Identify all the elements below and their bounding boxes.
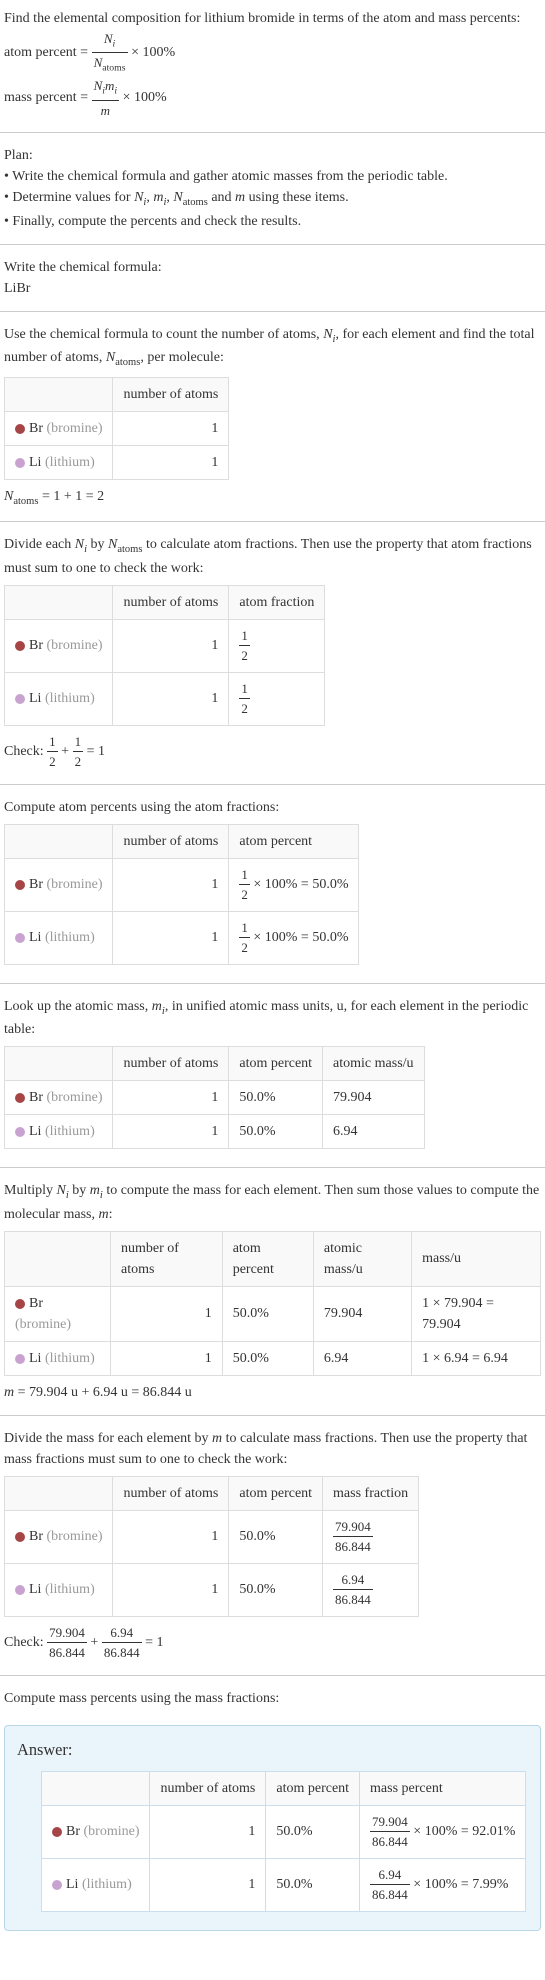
atomicmass-table: number of atomsatom percentatomic mass/u…	[4, 1046, 425, 1149]
plan: Plan: • Write the chemical formula and g…	[0, 137, 545, 240]
col-number-of-atoms: number of atoms	[113, 585, 229, 619]
table-row: Br (bromine) 1 12 × 100% = 50.0%	[5, 858, 359, 911]
plan-bullet-2: • Determine values for Ni, mi, Natoms an…	[4, 187, 541, 211]
table-row: Br (bromine) 1 50.0% 79.90486.844	[5, 1510, 419, 1563]
divider	[0, 1675, 545, 1676]
formula-heading: Write the chemical formula:	[4, 257, 541, 278]
mass-percents: Compute mass percents using the mass fra…	[0, 1680, 545, 1717]
lithium-dot-icon	[15, 933, 25, 943]
divider	[0, 1167, 545, 1168]
col-number-of-atoms: number of atoms	[113, 377, 229, 411]
molmass-text: Multiply Ni by mi to compute the mass fo…	[4, 1180, 541, 1225]
table-row: Br (bromine) 1 50.0% 79.904	[5, 1081, 425, 1115]
col-atomic-mass: atomic mass/u	[323, 1047, 425, 1081]
atom-percents: Compute atom percents using the atom fra…	[0, 789, 545, 979]
table-row: Br (bromine) 1 50.0% 79.90486.844 × 100%…	[42, 1805, 526, 1858]
lithium-dot-icon	[15, 458, 25, 468]
lithium-dot-icon	[15, 1354, 25, 1364]
col-mass-percent: mass percent	[360, 1771, 526, 1805]
atomic-mass: Look up the atomic mass, mi, in unified …	[0, 988, 545, 1164]
lithium-dot-icon	[52, 1880, 62, 1890]
bromine-dot-icon	[15, 641, 25, 651]
table-row: Br (bromine) 1	[5, 411, 229, 445]
answer-table: number of atomsatom percentmass percent …	[41, 1771, 526, 1912]
intro: Find the elemental composition for lithi…	[0, 0, 545, 128]
divider	[0, 1415, 545, 1416]
divider	[0, 784, 545, 785]
atom-fractions: Divide each Ni by Natoms to calculate at…	[0, 526, 545, 780]
lithium-dot-icon	[15, 1127, 25, 1137]
atomfrac-table: number of atomsatom fraction Br (bromine…	[4, 585, 325, 726]
bromine-dot-icon	[15, 424, 25, 434]
table-row: Br (bromine) 1 12	[5, 619, 325, 672]
col-number-of-atoms: number of atoms	[113, 1476, 229, 1510]
count-atoms: Use the chemical formula to count the nu…	[0, 316, 545, 518]
molmass-equation: m = 79.904 u + 6.94 u = 86.844 u	[4, 1382, 541, 1403]
atom-percent-formula: atom percent = Ni Natoms × 100%	[4, 29, 541, 76]
massfrac-text: Divide the mass for each element by m to…	[4, 1428, 541, 1470]
table-row: Li (lithium) 1	[5, 445, 229, 479]
col-atom-percent: atom percent	[229, 824, 359, 858]
col-atom-percent: atom percent	[229, 1047, 323, 1081]
table-row: Li (lithium) 1 12 × 100% = 50.0%	[5, 911, 359, 964]
mass-percent-fraction: Nimi m	[92, 76, 120, 120]
bromine-dot-icon	[15, 880, 25, 890]
col-mass: mass/u	[412, 1231, 541, 1286]
col-atom-percent: atom percent	[266, 1771, 360, 1805]
bromine-dot-icon	[15, 1299, 25, 1309]
divider	[0, 132, 545, 133]
bromine-dot-icon	[15, 1532, 25, 1542]
plan-bullet-3: • Finally, compute the percents and chec…	[4, 211, 541, 232]
col-number-of-atoms: number of atoms	[113, 824, 229, 858]
col-number-of-atoms: number of atoms	[110, 1231, 222, 1286]
table-row: Li (lithium) 1 12	[5, 672, 325, 725]
col-atom-fraction: atom fraction	[229, 585, 325, 619]
massfrac-table: number of atomsatom percentmass fraction…	[4, 1476, 419, 1617]
formula-value: LiBr	[4, 278, 541, 299]
divider	[0, 311, 545, 312]
molmass-table: number of atomsatom percentatomic mass/u…	[4, 1231, 541, 1376]
bromine-dot-icon	[15, 1093, 25, 1103]
table-row: Br (bromine) 1 50.0% 79.904 1 × 79.904 =…	[5, 1286, 541, 1341]
col-atom-percent: atom percent	[222, 1231, 313, 1286]
plan-heading: Plan:	[4, 145, 541, 166]
col-atomic-mass: atomic mass/u	[313, 1231, 411, 1286]
table-row: Li (lithium) 1 50.0% 6.9486.844	[5, 1563, 419, 1616]
count-text: Use the chemical formula to count the nu…	[4, 324, 541, 371]
divider	[0, 983, 545, 984]
molecular-mass: Multiply Ni by mi to compute the mass fo…	[0, 1172, 545, 1411]
col-atom-percent: atom percent	[229, 1476, 323, 1510]
intro-text: Find the elemental composition for lithi…	[4, 8, 541, 29]
table-row: Li (lithium) 1 50.0% 6.94 1 × 6.94 = 6.9…	[5, 1341, 541, 1375]
chemical-formula: Write the chemical formula: LiBr	[0, 249, 545, 307]
masspct-heading: Compute mass percents using the mass fra…	[4, 1688, 541, 1709]
table-row: Li (lithium) 1 50.0% 6.94	[5, 1115, 425, 1149]
atomfrac-text: Divide each Ni by Natoms to calculate at…	[4, 534, 541, 579]
lithium-dot-icon	[15, 1585, 25, 1595]
col-mass-fraction: mass fraction	[323, 1476, 419, 1510]
answer-heading: Answer:	[17, 1738, 528, 1763]
divider	[0, 244, 545, 245]
col-number-of-atoms: number of atoms	[150, 1771, 266, 1805]
table-row: Li (lithium) 1 50.0% 6.9486.844 × 100% =…	[42, 1858, 526, 1911]
mass-fractions: Divide the mass for each element by m to…	[0, 1420, 545, 1671]
atomfrac-check: Check: 12 + 12 = 1	[4, 732, 541, 772]
answer-box: Answer: number of atomsatom percentmass …	[4, 1725, 541, 1931]
atompct-table: number of atomsatom percent Br (bromine)…	[4, 824, 359, 965]
atomicmass-text: Look up the atomic mass, mi, in unified …	[4, 996, 541, 1041]
atom-percent-fraction: Ni Natoms	[92, 29, 128, 76]
bromine-dot-icon	[52, 1827, 62, 1837]
mass-percent-formula: mass percent = Nimi m × 100%	[4, 76, 541, 120]
col-number-of-atoms: number of atoms	[113, 1047, 229, 1081]
lithium-dot-icon	[15, 694, 25, 704]
atompct-heading: Compute atom percents using the atom fra…	[4, 797, 541, 818]
divider	[0, 521, 545, 522]
massfrac-check: Check: 79.90486.844 + 6.9486.844 = 1	[4, 1623, 541, 1663]
count-equation: Natoms = 1 + 1 = 2	[4, 486, 541, 510]
plan-bullet-1: • Write the chemical formula and gather …	[4, 166, 541, 187]
count-table: number of atoms Br (bromine) 1 Li (lithi…	[4, 377, 229, 480]
